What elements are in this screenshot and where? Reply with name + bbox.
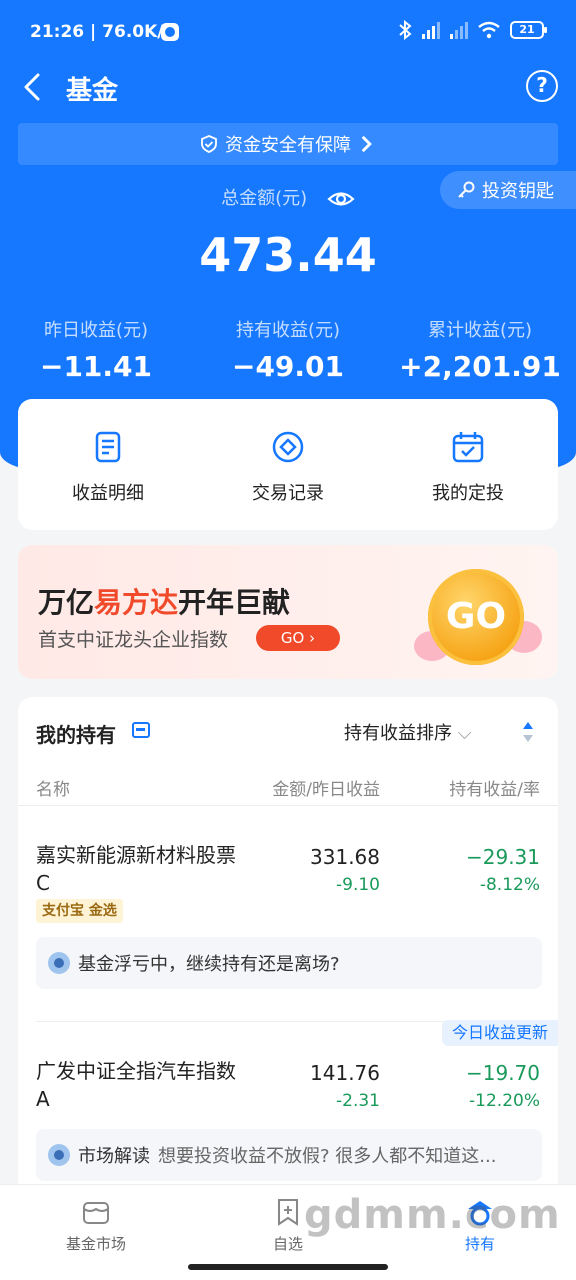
tab-label: 基金市场 xyxy=(65,1235,126,1253)
sort-arrows-icon[interactable] xyxy=(522,721,534,743)
stat-value: −11.41 xyxy=(39,350,153,383)
eye-icon[interactable] xyxy=(327,188,355,210)
fund-hold-rate: -8.12% xyxy=(479,875,540,895)
help-icon[interactable]: ? xyxy=(526,70,558,102)
promo-subtitle: 首支中证龙头企业指数 xyxy=(38,629,229,651)
column-profit: 持有收益/率 xyxy=(449,780,540,800)
fund-day-profit: -2.31 xyxy=(336,1091,380,1111)
signal-2-icon xyxy=(450,21,468,39)
add-favorite-icon xyxy=(278,1199,298,1226)
total-amount-label: 总金额(元) xyxy=(221,188,308,209)
list-view-icon[interactable] xyxy=(132,722,150,738)
column-amount: 金额/昨日收益 xyxy=(272,780,380,800)
fund-hold-profit: −29.31 xyxy=(465,845,540,869)
quick-actions-card: 收益明细 交易记录 我的定投 xyxy=(18,399,558,530)
total-amount-value: 473.44 xyxy=(199,228,377,282)
nav-bar: 基金 ? xyxy=(0,62,576,112)
sort-dropdown[interactable]: 持有收益排序 ⌵ xyxy=(344,719,471,745)
tip-subtitle: 想要投资收益不放假? 很多人都不知道这... xyxy=(158,1146,497,1167)
home-indicator[interactable] xyxy=(188,1264,388,1270)
stat-value: +2,201.91 xyxy=(399,350,561,383)
total-amount-label-row: 总金额(元) xyxy=(0,184,576,210)
safety-banner-text: 资金安全有保障 xyxy=(225,135,351,156)
watermark: gdmm.com xyxy=(304,1192,561,1238)
stat-value: −49.01 xyxy=(231,350,345,383)
holdings-title: 我的持有 xyxy=(36,723,116,747)
market-icon xyxy=(83,1202,109,1224)
holdings-card: 我的持有 持有收益排序 ⌵ 名称 金额/昨日收益 持有收益/率 嘉实新能源新材料… xyxy=(18,697,558,1217)
robot-icon xyxy=(48,1144,70,1166)
fund-hold-rate: -12.20% xyxy=(469,1091,540,1111)
battery-icon: 21 xyxy=(510,21,547,39)
divider xyxy=(18,805,558,806)
fund-hold-profit: −19.70 xyxy=(465,1061,540,1085)
shield-icon xyxy=(201,135,217,153)
back-icon[interactable] xyxy=(20,72,46,102)
fund-tip[interactable]: 基金浮亏中，继续持有还是离场? xyxy=(36,937,542,989)
document-icon xyxy=(95,431,121,463)
robot-icon xyxy=(48,952,70,974)
bluetooth-icon xyxy=(399,20,412,40)
notification-app-icon xyxy=(161,23,179,41)
quick-action-auto-invest[interactable]: 我的定投 xyxy=(378,429,558,505)
calendar-check-icon xyxy=(452,432,484,463)
fund-amount: 141.76 xyxy=(310,1061,380,1085)
stat-label: 昨日收益(元) xyxy=(43,320,149,341)
quick-action-trade-records[interactable]: 交易记录 xyxy=(198,429,378,505)
alipay-selected-badge: 支付宝 金选 xyxy=(36,899,123,923)
stat-label: 持有收益(元) xyxy=(235,320,341,341)
promo-headline: 万亿易方达开年巨献 xyxy=(38,586,291,619)
exchange-icon xyxy=(272,431,304,463)
quick-action-label: 我的定投 xyxy=(432,483,504,504)
quick-action-profit-detail[interactable]: 收益明细 xyxy=(18,429,198,505)
stat-yesterday: 昨日收益(元) −11.41 xyxy=(0,316,192,383)
today-profit-update-badge: 今日收益更新 xyxy=(441,1020,558,1046)
signal-1-icon xyxy=(422,21,440,39)
stat-holding: 持有收益(元) −49.01 xyxy=(192,316,384,383)
chevron-down-icon: ⌵ xyxy=(457,723,472,744)
tip-title: 基金浮亏中，继续持有还是离场? xyxy=(78,954,340,975)
chevron-right-icon xyxy=(361,135,372,153)
fund-name[interactable]: 嘉实新能源新材料股票C xyxy=(36,841,246,897)
tab-fund-market[interactable]: 基金市场 xyxy=(0,1197,192,1254)
fund-day-profit: -9.10 xyxy=(336,875,380,895)
tab-label: 自选 xyxy=(272,1235,303,1253)
column-name: 名称 xyxy=(36,780,70,800)
tip-title: 市场解读 xyxy=(78,1146,150,1167)
stat-cumulative: 累计收益(元) +2,201.91 xyxy=(384,316,576,383)
status-bar: 21:26 | 76.0K/s 21 xyxy=(0,0,576,54)
promo-banner[interactable]: 万亿易方达开年巨献 首支中证龙头企业指数 GO › GO xyxy=(18,545,558,679)
wifi-icon xyxy=(478,21,500,39)
gold-coin-icon: GO xyxy=(428,569,524,665)
fund-tip[interactable]: 市场解读 想要投资收益不放假? 很多人都不知道这... xyxy=(36,1129,542,1181)
promo-go-button[interactable]: GO › xyxy=(256,625,340,651)
quick-action-label: 交易记录 xyxy=(252,483,324,504)
fund-amount: 331.68 xyxy=(310,845,380,869)
safety-banner[interactable]: 资金安全有保障 xyxy=(18,123,558,165)
status-time: 21:26 | 76.0K/s xyxy=(30,22,174,42)
fund-name[interactable]: 广发中证全指汽车指数A xyxy=(36,1057,246,1113)
stat-label: 累计收益(元) xyxy=(427,320,533,341)
quick-action-label: 收益明细 xyxy=(72,483,144,504)
page-title: 基金 xyxy=(66,76,119,106)
